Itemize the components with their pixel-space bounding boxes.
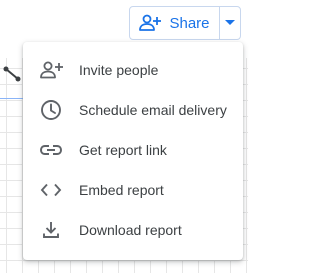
download-icon — [39, 218, 63, 242]
caret-down-icon — [225, 20, 235, 26]
canvas-selection-edge — [0, 98, 24, 99]
menu-item-get-report-link[interactable]: Get report link — [23, 130, 243, 170]
menu-item-label: Invite people — [79, 62, 159, 78]
menu-item-label: Schedule email delivery — [79, 102, 227, 118]
menu-item-label: Embed report — [79, 182, 164, 198]
share-button[interactable]: Share — [130, 7, 220, 39]
menu-item-download-report[interactable]: Download report — [23, 210, 243, 250]
add-person-icon — [39, 58, 63, 82]
top-toolbar: Share — [0, 0, 248, 48]
menu-item-label: Download report — [79, 222, 182, 238]
share-button-group: Share — [129, 6, 241, 40]
menu-item-embed-report[interactable]: Embed report — [23, 170, 243, 210]
share-menu: Invite people Schedule email delivery Ge… — [23, 42, 243, 260]
share-dropdown-button[interactable] — [220, 7, 240, 39]
share-button-label: Share — [169, 14, 210, 32]
menu-item-schedule-email-delivery[interactable]: Schedule email delivery — [23, 90, 243, 130]
link-icon — [39, 138, 63, 162]
code-icon — [39, 178, 63, 202]
clock-icon — [39, 98, 63, 122]
menu-item-invite-people[interactable]: Invite people — [23, 50, 243, 90]
add-person-icon — [139, 14, 162, 32]
line-tool-icon[interactable] — [2, 66, 24, 82]
menu-item-label: Get report link — [79, 142, 167, 158]
